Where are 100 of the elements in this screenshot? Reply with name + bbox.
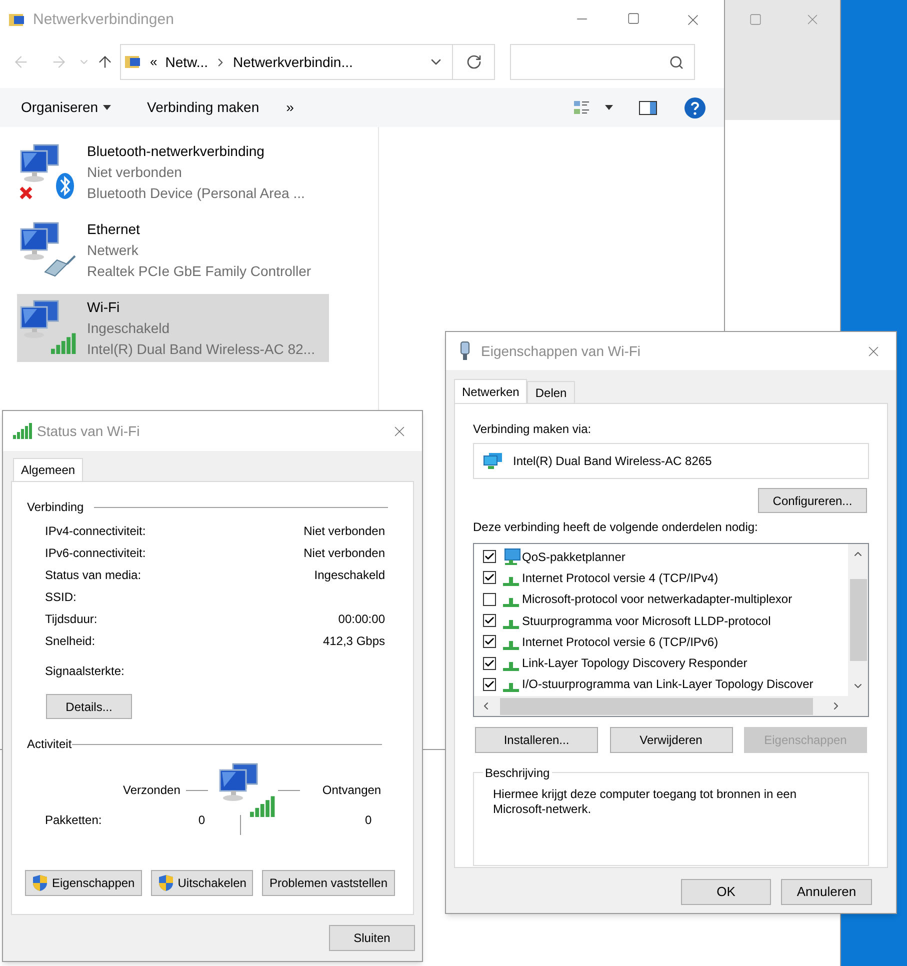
component-item[interactable]: Microsoft-protocol voor netwerkadapter-multiplexor [483,588,848,610]
component-label: Internet Protocol versie 4 (TCP/IPv4) [522,570,718,587]
description-text: Hiermee krijgt deze computer toegang tot bronnen in een Microsoft-netwerk. [493,787,798,817]
check-icon [484,551,495,562]
check-icon [484,658,495,669]
caret-icon [103,105,112,110]
checkbox[interactable] [483,571,496,584]
toolbar-button[interactable]: Verbinding maken [147,97,260,118]
dialog-title: Status van Wi-Fi [37,422,140,440]
action-button[interactable]: Installeren... [475,727,598,753]
scroll-thumb[interactable] [500,698,813,714]
network-protocol-icon [503,576,519,586]
network-protocol-icon [503,598,519,608]
network-adapter-icon [483,452,503,470]
dialog-title: Eigenschappen van Wi-Fi [481,342,641,361]
component-item[interactable]: Stuurprogramma voor Microsoft LLDP-protocol [483,610,848,632]
connection-device: Intel(R) Dual Band Wireless-AC 82... [87,340,315,359]
refresh-icon [466,54,482,70]
signal-bars-icon [12,422,34,440]
more-commands[interactable]: » [286,97,294,118]
component-item[interactable]: Internet Protocol versie 4 (TCP/IPv4) [483,567,848,589]
property-label: Tijdsduur: [45,611,98,628]
shield-icon [158,874,174,892]
connection-name: Bluetooth-netwerkverbinding [87,142,266,161]
property-value: Ingeschakeld [314,567,385,584]
sent-label: Verzonden [123,782,180,799]
component-label: Internet Protocol versie 6 (TCP/IPv6) [522,634,718,651]
scroll-thumb[interactable] [850,579,866,661]
vertical-scrollbar[interactable] [848,544,868,696]
checkbox[interactable] [483,635,496,648]
breadcrumb-item[interactable]: Netwerkverbindin... [233,52,353,72]
connection-item[interactable]: Ethernet Netwerk Realtek PCIe GbE Family Controller [17,216,329,284]
component-item[interactable]: Link-Layer Topology Discovery Responder [483,652,848,674]
field-label: Verbinding maken via: [473,422,592,436]
connection-item[interactable]: Bluetooth-netwerkverbinding Niet verbonden Bluetooth Device (Personal Area ... [17,138,329,206]
connection-name: Ethernet [87,220,141,238]
property-value: Niet verbonden [304,545,385,562]
connection-device: Bluetooth Device (Personal Area ... [87,184,305,203]
network-protocol-icon [503,640,519,650]
caret-icon[interactable] [605,105,613,110]
search-icon [669,54,684,70]
component-label: QoS-pakketplanner [522,548,626,566]
group-heading: Activiteit [27,736,72,753]
close-button[interactable]: Sluiten [329,925,415,951]
field-label: Deze verbinding heeft de volgende onderdelen nodig: [473,520,758,534]
search-field[interactable] [510,44,695,80]
checkbox[interactable] [483,614,496,628]
component-item[interactable]: QoS-pakketplanner [483,546,848,568]
checkbox[interactable] [483,678,496,691]
folder-network-icon [8,11,26,29]
view-options-icon[interactable] [573,98,591,116]
maximize-icon[interactable] [627,12,640,25]
help-icon[interactable] [684,96,706,118]
property-label: Pakketten: [45,812,103,829]
network-adapter-small-icon [460,341,470,361]
check-icon [484,572,495,584]
toolbar-button[interactable]: Organiseren [21,97,112,118]
breadcrumb-overflow[interactable]: « [150,52,158,72]
component-item[interactable]: Internet Protocol versie 6 (TCP/IPv6) [483,631,848,652]
action-button[interactable]: Verwijderen [610,727,732,753]
checkbox[interactable] [483,592,496,606]
property-value: 412,3 Gbps [322,633,385,650]
checkbox[interactable] [483,656,496,670]
ok-button[interactable]: OK [681,879,771,905]
connection-item[interactable]: Wi-Fi Ingeschakeld Intel(R) Dual Band Wireless-AC 82... [17,294,329,362]
refresh-button[interactable] [453,44,495,80]
connection-status: Ingeschakeld [87,318,171,338]
component-label: Stuurprogramma voor Microsoft LLDP-protocol [522,612,771,630]
action-button[interactable]: Eigenschappen [25,870,142,896]
connection-status: Netwerk [87,240,140,260]
property-label: IPv4-connectiviteit: [45,523,146,540]
network-protocol-icon [503,683,519,692]
tab[interactable]: Delen [527,381,575,403]
tab[interactable]: Netwerken [454,379,528,403]
address-bar[interactable]: « Netw... Netwerkverbindin... [120,44,453,80]
property-label: SSID: [45,589,76,606]
action-button[interactable]: Uitschakelen [150,870,254,896]
action-button[interactable]: Problemen vaststellen [262,870,394,896]
horizontal-scrollbar[interactable] [474,696,868,716]
preview-pane-icon[interactable] [639,100,657,114]
packets-sent-value: 0 [197,812,205,829]
property-value: Niet verbonden [304,523,385,540]
property-label: Snelheid: [45,633,96,650]
tab[interactable]: Algemeen [13,458,84,481]
network-protocol-icon [503,620,519,629]
configure-button[interactable]: Configureren... [758,488,867,513]
details-button[interactable]: Details... [46,694,132,719]
folder-network-icon [124,53,142,71]
checkbox[interactable] [483,550,496,564]
breadcrumb-item[interactable]: Netw... [165,52,208,72]
component-label: Microsoft-protocol voor netwerkadapter-multiplexor [522,591,792,608]
component-label: I/O-stuurprogramma van Link-Layer Topology Discover [522,676,814,694]
window-title: Netwerkverbindingen [33,10,174,30]
property-label: IPv6-connectiviteit: [45,545,146,562]
connection-name: Wi-Fi [87,298,121,316]
received-label: Ontvangen [322,782,382,799]
cancel-button[interactable]: Annuleren [781,879,872,905]
check-icon [484,636,495,648]
check-icon [484,615,495,626]
component-item[interactable]: I/O-stuurprogramma van Link-Layer Topology Discover [483,674,848,696]
